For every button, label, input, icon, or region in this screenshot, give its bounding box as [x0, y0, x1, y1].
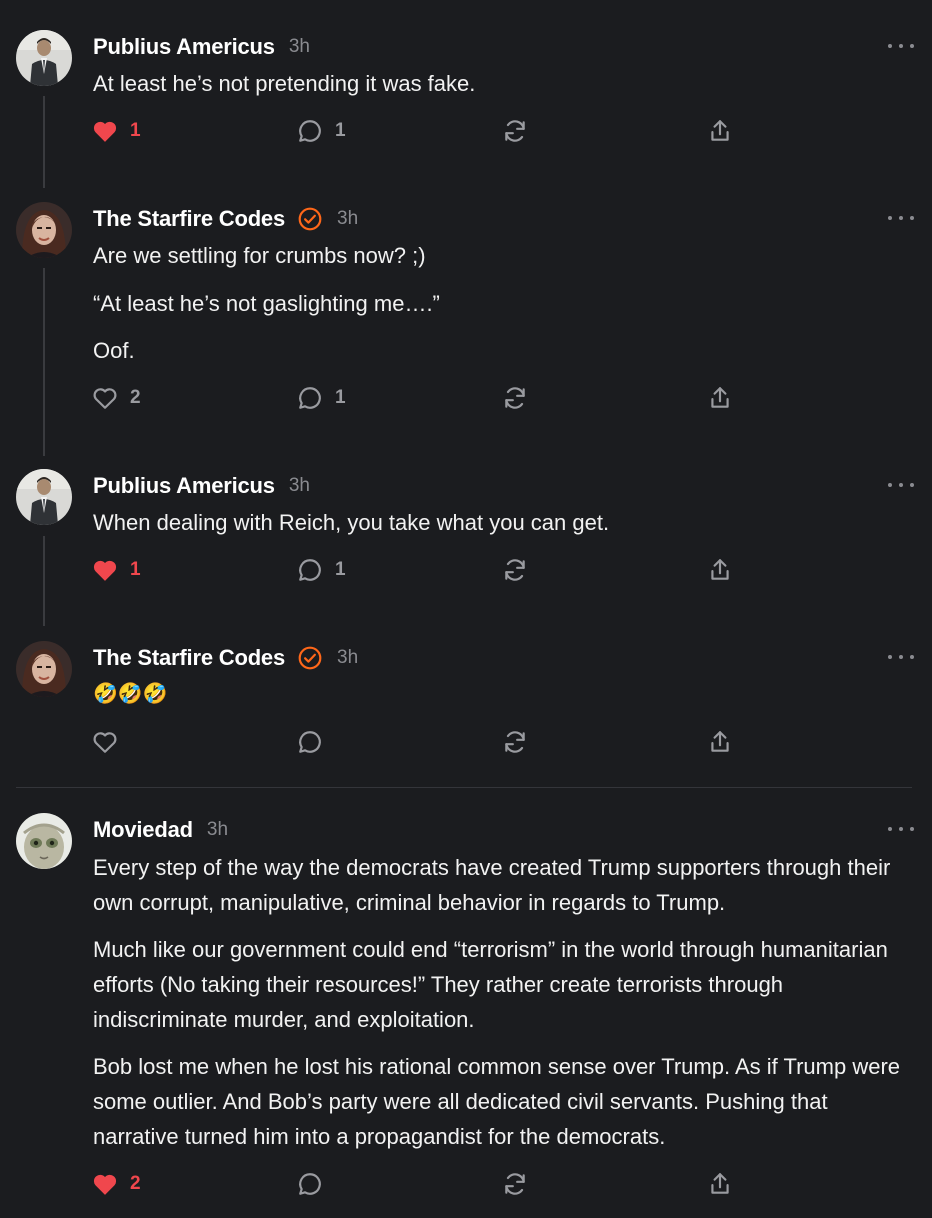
author-name[interactable]: The Starfire Codes	[93, 645, 285, 671]
timestamp[interactable]: 3h	[289, 36, 310, 58]
comment-text: “At least he’s not gaslighting me….”	[93, 291, 440, 316]
heart-icon	[93, 560, 117, 581]
restack-button[interactable]	[502, 383, 528, 413]
like-button[interactable]: 2	[92, 383, 141, 413]
avatar[interactable]	[16, 641, 72, 697]
heart-icon	[93, 1174, 117, 1195]
timestamp[interactable]: 3h	[207, 819, 228, 841]
avatar[interactable]	[16, 469, 72, 525]
comment-bubble-icon	[299, 120, 321, 142]
comment-text: When dealing with Reich, you take what y…	[93, 510, 610, 535]
restack-button[interactable]	[502, 727, 528, 757]
comment-text: Much like our government could end “terr…	[93, 937, 888, 1032]
restack-icon	[505, 731, 525, 753]
author-name[interactable]: Moviedad	[93, 817, 193, 843]
share-button[interactable]	[707, 116, 733, 146]
comment-bubble-icon	[299, 731, 321, 753]
author-name[interactable]: Publius Americus	[93, 34, 275, 60]
more-options-icon[interactable]	[888, 479, 914, 491]
comment-bubble-icon	[299, 559, 321, 581]
restack-button[interactable]	[502, 1169, 528, 1199]
share-icon	[711, 559, 729, 580]
reply-count: 1	[335, 387, 346, 408]
thread-line	[43, 96, 45, 188]
author-name[interactable]: The Starfire Codes	[93, 206, 285, 232]
comment-text: Bob lost me when he lost his rational co…	[93, 1054, 901, 1149]
thread-line	[43, 536, 45, 626]
reply-button[interactable]: 1	[297, 383, 346, 413]
like-count: 1	[130, 559, 141, 580]
thread-divider	[16, 787, 912, 788]
share-button[interactable]	[707, 1169, 733, 1199]
share-button[interactable]	[707, 383, 733, 413]
share-icon	[711, 120, 729, 141]
avatar[interactable]	[16, 813, 72, 869]
reply-count: 1	[335, 559, 346, 580]
author-name[interactable]: Publius Americus	[93, 473, 275, 499]
verified-check-icon	[297, 645, 323, 671]
reply-button[interactable]: 1	[297, 555, 346, 585]
timestamp[interactable]: 3h	[289, 475, 310, 497]
verified-check-icon	[297, 206, 323, 232]
like-count: 1	[130, 120, 141, 141]
like-button[interactable]: 2	[92, 1169, 141, 1199]
more-options-icon[interactable]	[888, 823, 914, 835]
like-button[interactable]: 1	[92, 116, 141, 146]
restack-button[interactable]	[502, 555, 528, 585]
comment-bubble-icon	[299, 387, 321, 409]
heart-icon	[93, 388, 117, 409]
reply-button[interactable]	[297, 727, 335, 757]
thread-line	[43, 268, 45, 456]
heart-icon	[93, 121, 117, 142]
reply-count: 1	[335, 120, 346, 141]
comment-text: Every step of the way the democrats have…	[93, 855, 891, 915]
share-button[interactable]	[707, 727, 733, 757]
restack-icon	[505, 120, 525, 142]
more-options-icon[interactable]	[888, 651, 914, 663]
like-count: 2	[130, 387, 141, 408]
heart-icon	[93, 732, 117, 753]
like-button[interactable]: 1	[92, 555, 141, 585]
reply-button[interactable]: 1	[297, 116, 346, 146]
reply-button[interactable]	[297, 1169, 335, 1199]
like-count: 2	[130, 1173, 141, 1194]
share-icon	[711, 1173, 729, 1194]
timestamp[interactable]: 3h	[337, 208, 358, 230]
comment-bubble-icon	[299, 1173, 321, 1195]
restack-button[interactable]	[502, 116, 528, 146]
comment-text: Are we settling for crumbs now? ;)	[93, 243, 426, 268]
comment-text: Oof.	[93, 338, 135, 363]
comment-text: At least he’s not pretending it was fake…	[93, 71, 476, 96]
restack-icon	[505, 559, 525, 581]
avatar[interactable]	[16, 30, 72, 86]
restack-icon	[505, 1173, 525, 1195]
restack-icon	[505, 387, 525, 409]
more-options-icon[interactable]	[888, 212, 914, 224]
share-icon	[711, 387, 729, 408]
comment-text: 🤣🤣🤣	[93, 683, 168, 705]
like-button[interactable]	[92, 727, 130, 757]
timestamp[interactable]: 3h	[337, 647, 358, 669]
more-options-icon[interactable]	[888, 40, 914, 52]
avatar[interactable]	[16, 202, 72, 258]
share-button[interactable]	[707, 555, 733, 585]
share-icon	[711, 731, 729, 752]
